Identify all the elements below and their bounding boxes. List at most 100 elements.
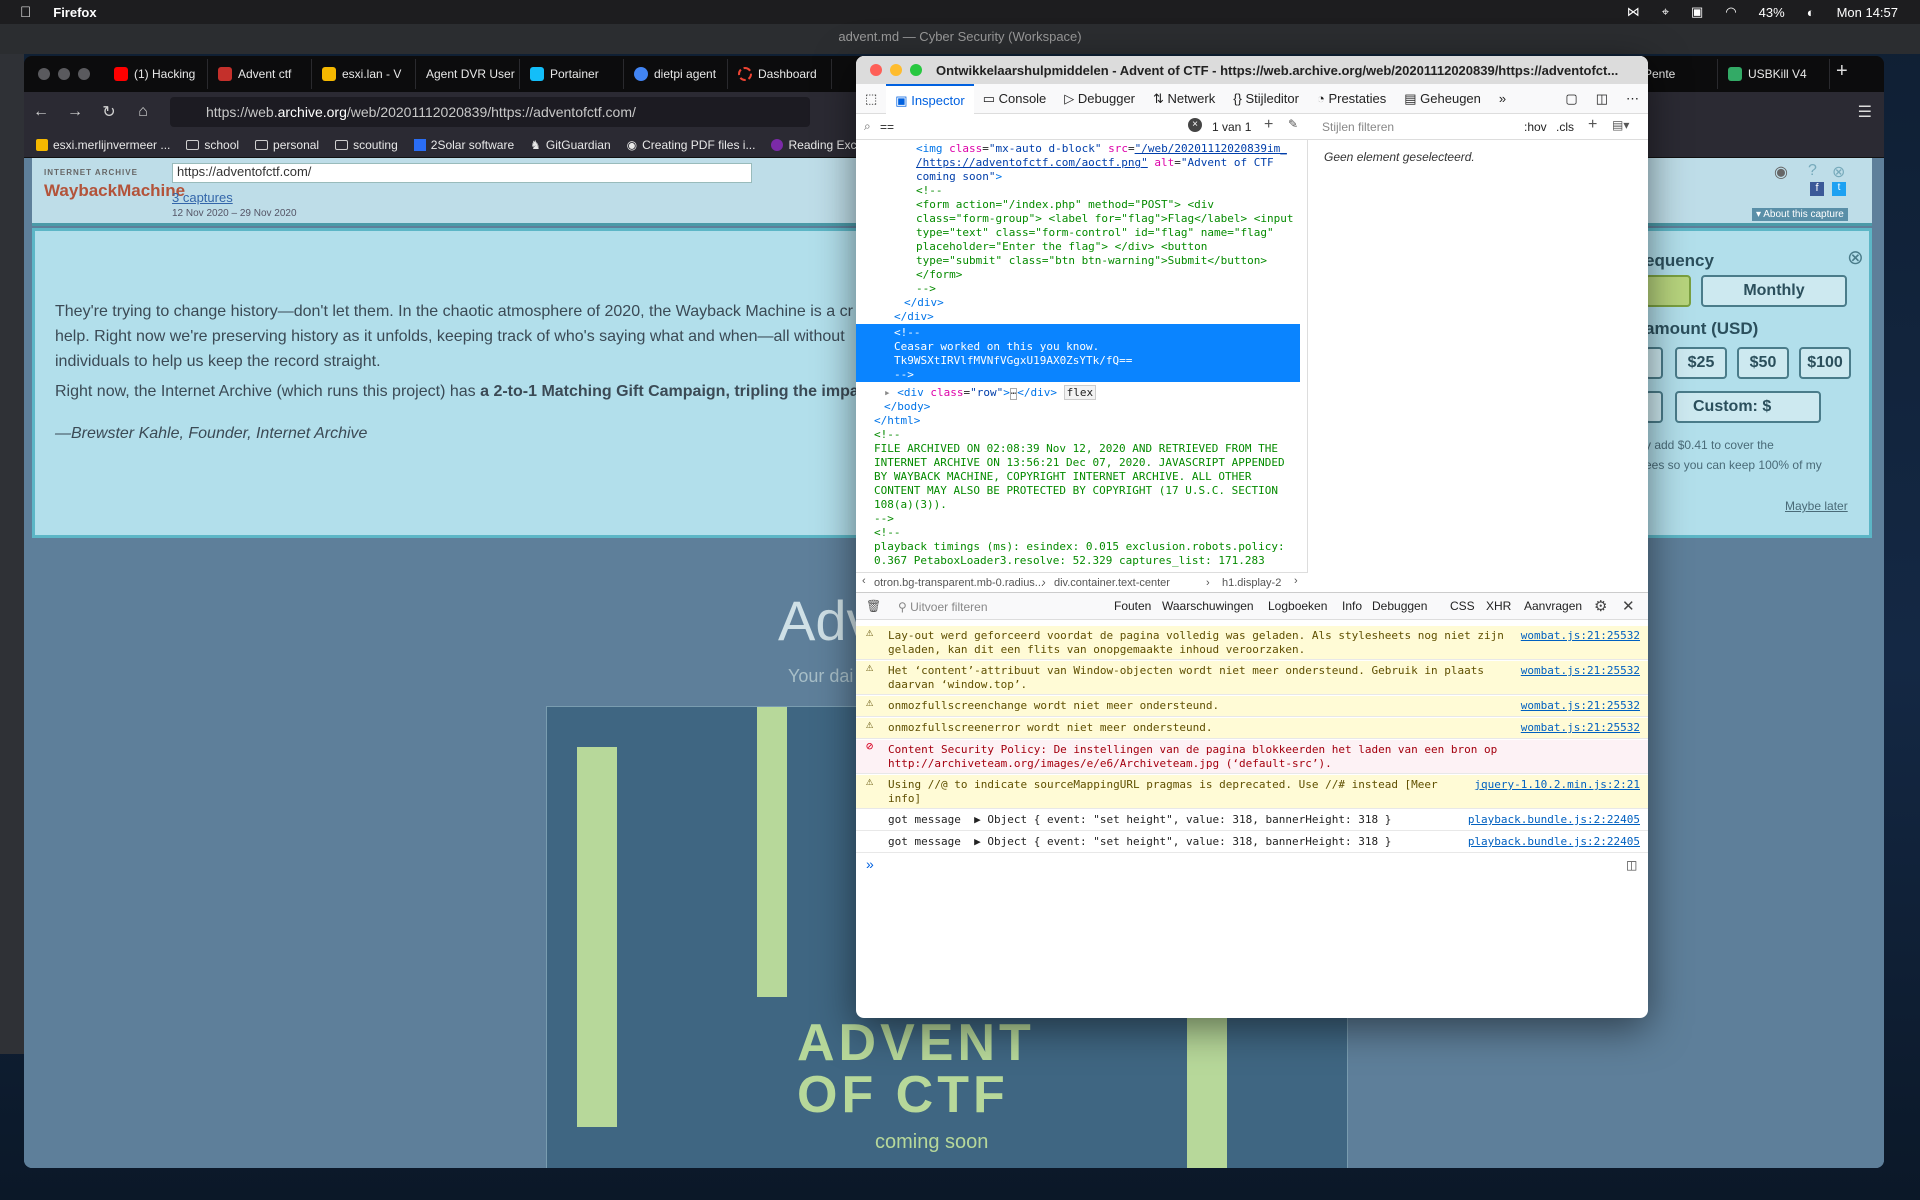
amount-25-button[interactable]: $25 [1675,347,1727,379]
close-toolbar-icon[interactable]: ⊗ [1832,162,1845,182]
html-search-input[interactable]: == [880,120,894,134]
tab-esxi[interactable]: esxi.lan - V [312,59,416,89]
one-time-button[interactable] [1645,275,1691,307]
bookmark-esxi[interactable]: esxi.merlijnvermeer ... [36,138,170,152]
add-node-icon[interactable]: + [1264,116,1273,134]
devtools-menu-icon[interactable]: ⋯ [1617,84,1648,114]
clock[interactable]: Mon 14:57 [1837,5,1898,20]
bookmark-folder-school[interactable]: school [186,138,239,152]
filter-css[interactable]: CSS [1450,599,1475,613]
close-banner-icon[interactable]: ⊗ [1847,245,1864,270]
amount-50-button[interactable]: $50 [1737,347,1789,379]
menu-app-name[interactable]: Firefox [53,5,96,20]
control-center-icon[interactable]: ◐ [1807,5,1815,20]
devtools-close-button[interactable] [870,64,882,76]
minimize-window-button[interactable] [58,68,70,80]
bookmark-pdf[interactable]: ◉ Creating PDF files i... [627,138,756,152]
more-tabs-icon[interactable]: » [1490,84,1515,114]
breadcrumb-item-container[interactable]: div.container.text-center [1054,577,1170,589]
tab-debugger[interactable]: ▷ Debugger [1055,84,1144,114]
breadcrumb-item-h1[interactable]: h1.display-2 [1222,577,1281,589]
calendar-icon[interactable]: ▣ [1691,4,1703,20]
amount-100-button[interactable]: $100 [1799,347,1851,379]
wifi-icon[interactable]: ◠ [1725,4,1736,20]
bookmark-gitguardian[interactable]: ♞ GitGuardian [530,138,610,152]
filter-logboeken[interactable]: Logboeken [1268,599,1327,613]
selected-comment-node[interactable]: <!-- Ceasar worked on this you know. Tk9… [856,324,1300,382]
tab-hacking[interactable]: (1) Hacking [104,59,208,89]
message-source-link[interactable]: jquery-1.10.2.min.js:2:21 [1474,778,1640,792]
battery-percent[interactable]: 43% [1759,5,1785,20]
facebook-icon[interactable]: f [1810,182,1824,196]
tab-geheugen[interactable]: ▤ Geheugen [1395,84,1490,114]
apple-icon[interactable]:  [20,4,31,21]
message-source-link[interactable]: wombat.js:21:25532 [1521,664,1640,678]
markup-view[interactable]: <img class="mx-auto d-block" src="/web/2… [856,140,1308,592]
tab-prestaties[interactable]: ◔ Prestaties [1308,84,1395,114]
tab-portainer[interactable]: Portainer [520,59,624,89]
tab-inspector[interactable]: ▣ Inspector [886,83,974,114]
maybe-later-link[interactable]: Maybe later [1785,499,1848,513]
bookmark-folder-personal[interactable]: personal [255,138,319,152]
tab-dietpi[interactable]: dietpi agent [624,59,728,89]
tab-usbkill[interactable]: USBKill V4 [1718,59,1830,89]
dock-icon[interactable]: ◫ [1587,84,1617,114]
message-source-link[interactable]: wombat.js:21:25532 [1521,629,1640,643]
responsive-icon[interactable]: ▢ [1556,84,1586,114]
bookmark-excel[interactable]: Reading Excel [771,138,866,152]
close-window-button[interactable] [38,68,50,80]
devtools-minimize-button[interactable] [890,64,902,76]
twitter-icon[interactable]: t [1832,182,1846,196]
bowtie-icon[interactable]: ⋈ [1627,4,1640,20]
add-rule-icon[interactable]: + [1588,116,1597,134]
element-picker-icon[interactable]: ⬚ [856,84,886,114]
hov-toggle[interactable]: :hov [1524,120,1547,134]
reload-icon[interactable]: ↻ [92,102,126,122]
console-prompt[interactable]: » [866,856,874,872]
print-media-icon[interactable]: ▤▾ [1612,118,1629,132]
console-settings-gear-icon[interactable]: ⚙ [1594,597,1607,615]
captures-link[interactable]: 3 captures [172,190,233,205]
wayback-url-input[interactable]: https://adventofctf.com/ [172,163,752,183]
tab-stijleditor[interactable]: {} Stijleditor [1224,84,1308,114]
message-source-link[interactable]: wombat.js:21:25532 [1521,721,1640,735]
tab-agent-dvr[interactable]: Agent DVR User [416,59,520,89]
zoom-window-button[interactable] [78,68,90,80]
tab-advent-ctf[interactable]: Advent ctf [208,59,312,89]
split-console-icon[interactable]: ◫ [1626,858,1637,872]
tab-netwerk[interactable]: ⇅ Netwerk [1144,84,1224,114]
filter-waarschuwingen[interactable]: Waarschuwingen [1162,599,1254,613]
tab-dashboard[interactable]: Dashboard [728,59,832,89]
filter-debuggen[interactable]: Debuggen [1372,599,1427,613]
breadcrumb-prev-icon[interactable]: ‹ [862,575,866,587]
bookmark-folder-scouting[interactable]: scouting [335,138,398,152]
about-capture-link[interactable]: ▾ About this capture [1752,208,1848,221]
breadcrumb-next-icon[interactable]: › [1294,575,1298,587]
filter-info[interactable]: Info [1342,599,1362,613]
location-icon[interactable]: ⌖ [1662,4,1669,20]
console-filter-input[interactable]: ⚲ Uitvoer filteren [898,600,988,614]
help-icon[interactable]: ? [1808,162,1817,180]
tab-console[interactable]: ▭ Console [974,84,1056,114]
user-icon[interactable]: ◉ [1774,162,1788,182]
message-source-link[interactable]: wombat.js:21:25532 [1521,699,1640,713]
back-arrow-icon[interactable]: ← [24,103,58,121]
monthly-button[interactable]: Monthly [1701,275,1847,307]
breadcrumb-item-jumbotron[interactable]: otron.bg-transparent.mb-0.radius... [874,577,1044,589]
rules-filter-input[interactable]: Stijlen filteren [1322,120,1394,134]
url-bar[interactable]: https://web. archive.org/web/202011120208… [170,97,810,127]
custom-amount-field[interactable]: Custom: $ [1675,391,1821,423]
wayback-logo[interactable]: INTERNET ARCHIVE WaybackMachine [44,166,185,210]
eyedropper-icon[interactable]: ✎ [1288,117,1298,131]
new-tab-plus-icon[interactable]: + [1836,60,1848,83]
filter-aanvragen[interactable]: Aanvragen [1524,599,1582,613]
close-console-icon[interactable]: ✕ [1622,597,1635,615]
clear-search-icon[interactable]: × [1188,118,1202,132]
trash-icon[interactable]: 🗑 [866,599,881,613]
forward-arrow-icon[interactable]: → [58,103,92,121]
bookmark-2solar[interactable]: 2Solar software [413,138,514,152]
hamburger-menu-icon[interactable]: ☰ [1858,102,1872,122]
message-source-link[interactable]: playback.bundle.js:2:22405 [1468,835,1640,849]
devtools-zoom-button[interactable] [910,64,922,76]
filter-fouten[interactable]: Fouten [1114,599,1151,613]
